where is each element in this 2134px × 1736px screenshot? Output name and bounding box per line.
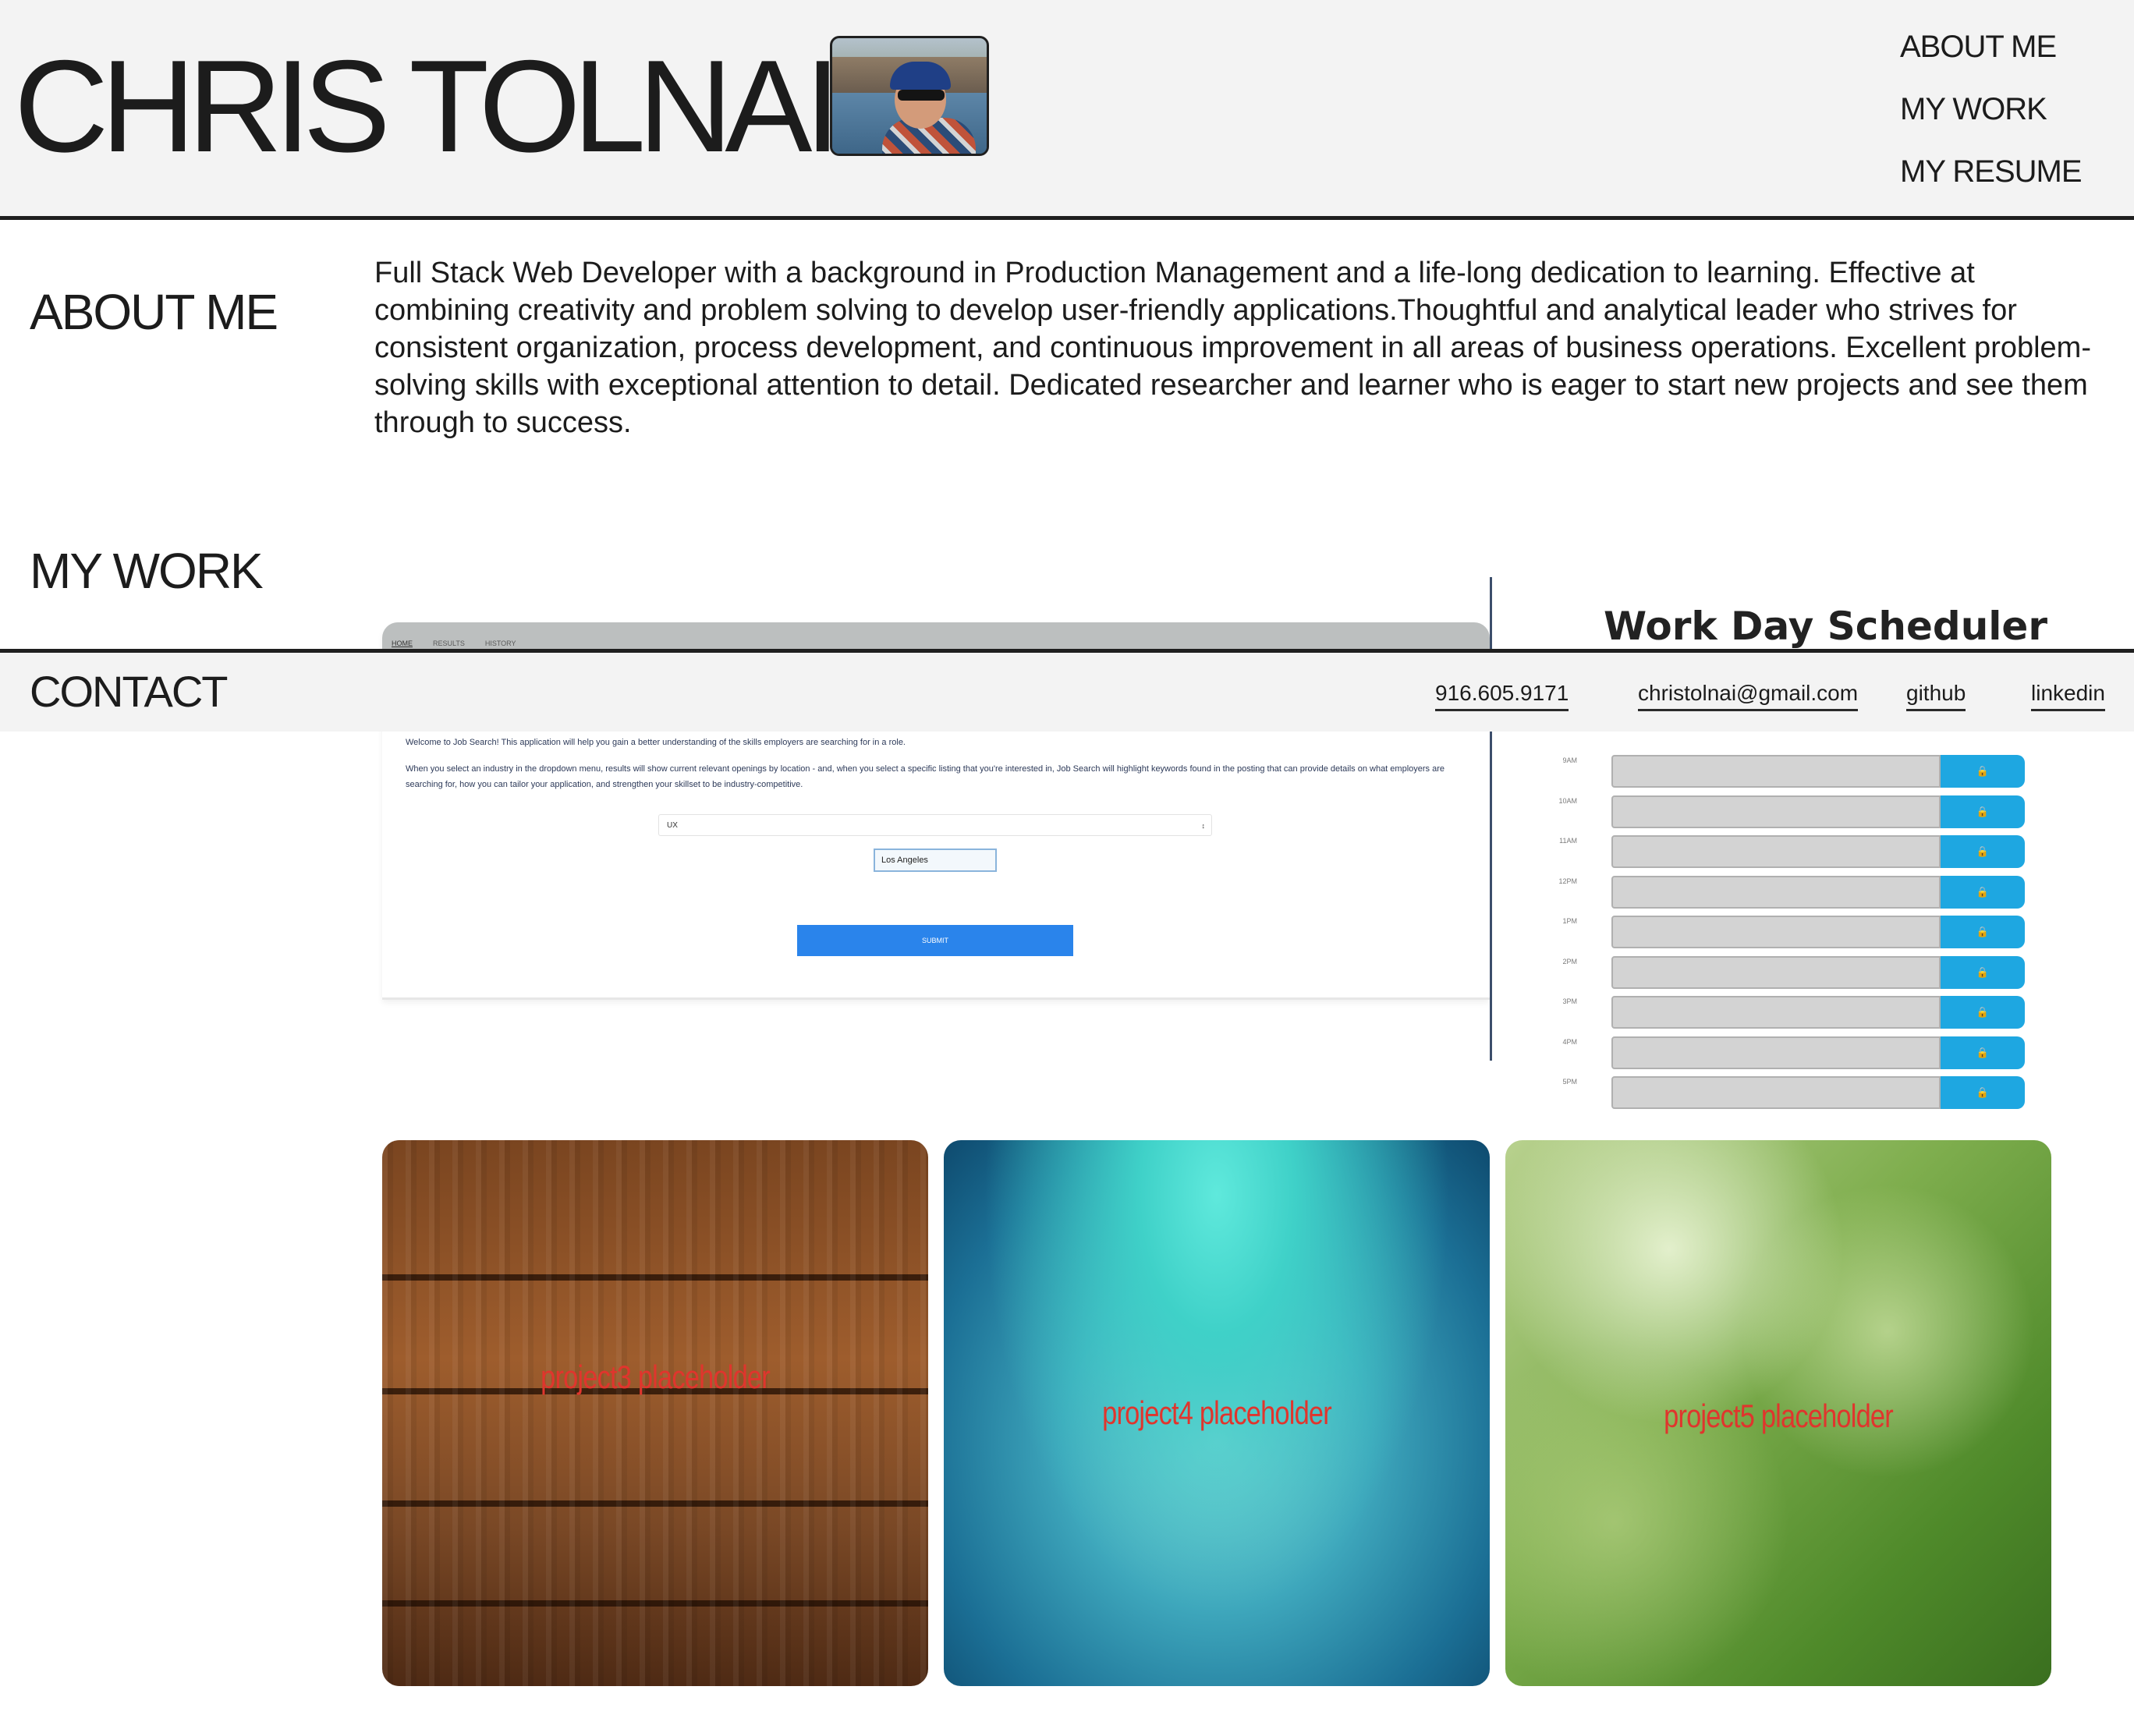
linkedin-link[interactable]: linkedin xyxy=(2031,682,2105,711)
project3-label: project3 placeholder xyxy=(541,1359,771,1395)
site-title: CHRIS TOLNAI xyxy=(14,33,841,179)
contact-bar: CONTACT 916.605.9171 christolnai@gmail.c… xyxy=(0,649,2134,732)
phone-link[interactable]: 916.605.9171 xyxy=(1435,682,1569,711)
save-icon: 🔒 xyxy=(1941,1036,2025,1069)
time-block xyxy=(1611,795,1941,828)
hour-label: 11AM xyxy=(1559,837,1577,845)
save-icon: 🔒 xyxy=(1941,1076,2025,1109)
site-header: CHRIS TOLNAI ABOUT ME MY WORK MY RESUME xyxy=(0,0,2134,220)
main-nav: ABOUT ME MY WORK MY RESUME xyxy=(1900,25,2118,212)
github-link[interactable]: github xyxy=(1906,682,1966,711)
project2-title: Work Day Scheduler xyxy=(1604,604,2047,649)
profile-photo xyxy=(830,36,989,156)
hour-label: 3PM xyxy=(1562,997,1577,1005)
save-icon: 🔒 xyxy=(1941,996,2025,1029)
about-text: Full Stack Web Developer with a backgrou… xyxy=(374,257,2091,439)
hour-label: 10AM xyxy=(1558,796,1577,805)
time-block xyxy=(1611,996,1941,1029)
save-icon: 🔒 xyxy=(1941,755,2025,788)
time-block xyxy=(1611,755,1941,788)
hour-label: 9AM xyxy=(1562,756,1577,764)
project1-divider xyxy=(382,997,1490,1000)
select-arrow-icon: ↕ xyxy=(1201,822,1206,830)
save-icon: 🔒 xyxy=(1941,835,2025,868)
scheduler-row: 10AM 🔒 xyxy=(1521,795,2036,836)
project4-card[interactable]: project4 placeholder xyxy=(944,1140,1490,1686)
save-icon: 🔒 xyxy=(1941,875,2025,909)
time-block xyxy=(1611,955,1941,989)
nav-my-resume[interactable]: MY RESUME xyxy=(1900,150,2118,212)
work-heading: MY WORK xyxy=(30,543,264,599)
scheduler-row: 12PM 🔒 xyxy=(1521,875,2036,916)
time-block xyxy=(1611,1076,1941,1109)
scheduler-row: 1PM 🔒 xyxy=(1521,916,2036,956)
contact-heading: CONTACT xyxy=(30,667,228,716)
scheduler-row: 3PM 🔒 xyxy=(1521,996,2036,1036)
save-icon: 🔒 xyxy=(1941,795,2025,828)
time-block xyxy=(1611,875,1941,909)
scheduler-row: 11AM 🔒 xyxy=(1521,835,2036,876)
project5-card[interactable]: project5 placeholder xyxy=(1505,1140,2051,1686)
scheduler-row: 4PM 🔒 xyxy=(1521,1036,2036,1077)
project5-label: project5 placeholder xyxy=(1664,1398,1894,1434)
project4-label: project4 placeholder xyxy=(1102,1394,1332,1431)
email-link[interactable]: christolnai@gmail.com xyxy=(1638,682,1859,711)
hour-label: 4PM xyxy=(1562,1037,1577,1046)
time-block xyxy=(1611,1036,1941,1069)
scheduler-row: 5PM 🔒 xyxy=(1521,1076,2036,1117)
scheduler-rows: 9AM 🔒 10AM 🔒 11AM 🔒 12PM 🔒 1PM 🔒 2PM 🔒 3… xyxy=(1521,755,2036,1117)
project3-card[interactable]: project3 placeholder xyxy=(382,1140,928,1686)
time-block xyxy=(1611,835,1941,868)
project1-select-value: UX xyxy=(667,821,678,830)
save-icon: 🔒 xyxy=(1941,955,2025,989)
project1-detail: When you select an industry in the dropd… xyxy=(406,764,1445,789)
project1-submit-button: SUBMIT xyxy=(797,925,1073,956)
scheduler-row: 2PM 🔒 xyxy=(1521,955,2036,997)
nav-about-me[interactable]: ABOUT ME xyxy=(1900,25,2118,87)
hour-label: 2PM xyxy=(1562,957,1577,965)
hour-label: 12PM xyxy=(1558,877,1577,885)
nav-my-work[interactable]: MY WORK xyxy=(1900,87,2118,150)
save-icon: 🔒 xyxy=(1941,916,2025,948)
hour-label: 5PM xyxy=(1562,1078,1577,1086)
scheduler-row: 9AM 🔒 xyxy=(1521,755,2036,795)
project1-industry-select: UX ↕ xyxy=(658,814,1212,836)
about-heading: ABOUT ME xyxy=(30,284,278,340)
project1-intro: Welcome to Job Search! This application … xyxy=(406,738,906,747)
project1-location-field: Los Angeles xyxy=(874,849,997,872)
time-block xyxy=(1611,916,1941,948)
hour-label: 1PM xyxy=(1562,917,1577,925)
